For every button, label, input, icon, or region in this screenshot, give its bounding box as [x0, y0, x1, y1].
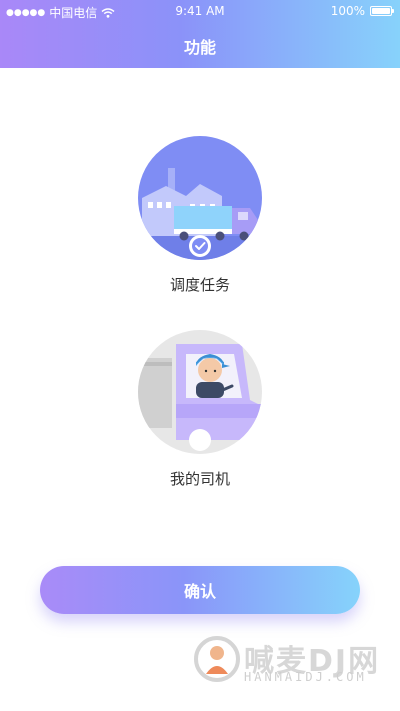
- app-header: ●●●●● 中国电信 9:41 AM 100% 功能: [0, 0, 400, 68]
- watermark-logo-icon: [194, 636, 240, 682]
- watermark-subtext: HANMAIDJ.COM: [244, 670, 367, 684]
- page-title: 功能: [183, 38, 216, 57]
- battery-icon: [370, 6, 394, 16]
- status-right: 100%: [330, 4, 394, 18]
- dispatch-task-icon: [138, 136, 262, 260]
- function-label: 我的司机: [169, 470, 230, 488]
- function-item-my-driver[interactable]: 我的司机: [100, 330, 300, 489]
- battery-percent: 100%: [330, 4, 365, 18]
- function-label: 调度任务: [169, 276, 230, 294]
- confirm-button[interactable]: 确认: [40, 566, 360, 614]
- my-driver-icon: [138, 330, 262, 454]
- status-bar: ●●●●● 中国电信 9:41 AM 100%: [0, 0, 400, 22]
- watermark: 喊麦DJ网 HANMAIDJ.COM: [192, 636, 397, 688]
- function-item-dispatch-task[interactable]: 调度任务: [100, 136, 300, 295]
